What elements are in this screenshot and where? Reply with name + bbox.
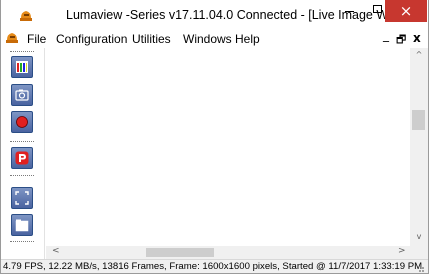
fit-window-tool-button[interactable]: [11, 187, 33, 209]
menu-configuration[interactable]: Configuration: [56, 32, 127, 46]
resize-grip-icon[interactable]: [415, 263, 425, 273]
scroll-left-icon[interactable]: <: [52, 246, 60, 256]
toolbar-grip[interactable]: [10, 51, 34, 52]
display-tool-icon: [16, 61, 28, 73]
camera-tool-icon: [15, 89, 29, 101]
maximize-icon: [373, 5, 382, 13]
scrollbar-corner: [410, 246, 428, 259]
minimize-icon: [345, 11, 354, 12]
minimize-button[interactable]: [335, 0, 365, 22]
horizontal-scrollbar[interactable]: < >: [46, 246, 410, 259]
horizontal-scroll-thumb[interactable]: [146, 248, 214, 257]
scroll-right-icon[interactable]: >: [398, 246, 406, 256]
status-bar: 4.79 FPS, 12.22 MB/s, 13816 Frames, Fram…: [1, 259, 428, 273]
menu-windows[interactable]: Windows: [183, 32, 232, 46]
record-tool-icon: [16, 116, 28, 128]
p-tool-icon: [15, 151, 29, 165]
p-tool-button[interactable]: [11, 147, 33, 169]
title-bar[interactable]: Lumaview -Series v17.11.04.0 Connected -…: [1, 0, 428, 30]
camera-tool-button[interactable]: [11, 84, 33, 106]
record-tool-button[interactable]: [11, 111, 33, 133]
toolbar-separator: [10, 141, 34, 142]
menu-file[interactable]: File: [27, 32, 46, 46]
app-window: Lumaview -Series v17.11.04.0 Connected -…: [0, 0, 429, 274]
display-tool-button[interactable]: [11, 56, 33, 78]
fit-window-tool-icon: [15, 191, 29, 205]
helmet-icon: [20, 11, 32, 21]
menu-help[interactable]: Help: [235, 32, 260, 46]
close-icon: ×: [399, 2, 413, 20]
scroll-up-icon[interactable]: ^: [410, 50, 428, 59]
mdi-close-button[interactable]: x: [413, 31, 421, 45]
child-window-icon[interactable]: [5, 32, 19, 45]
folder-tool-icon: [15, 219, 29, 232]
toolbar-separator-3: [10, 241, 34, 242]
mdi-minimize-button[interactable]: _: [383, 28, 389, 42]
left-toolbar: [1, 48, 45, 264]
scroll-down-icon[interactable]: v: [410, 232, 428, 241]
toolbar-separator-2: [10, 175, 34, 176]
vertical-scroll-thumb[interactable]: [412, 110, 425, 130]
menu-bar: File Configuration Utilities Windows Hel…: [1, 28, 428, 47]
live-image-area[interactable]: [46, 48, 410, 246]
close-button[interactable]: ×: [385, 0, 427, 22]
folder-tool-button[interactable]: [11, 214, 33, 236]
menu-utilities[interactable]: Utilities: [132, 32, 171, 46]
vertical-scrollbar[interactable]: ^ v: [410, 48, 428, 246]
status-text: 4.79 FPS, 12.22 MB/s, 13816 Frames, Fram…: [3, 261, 423, 272]
